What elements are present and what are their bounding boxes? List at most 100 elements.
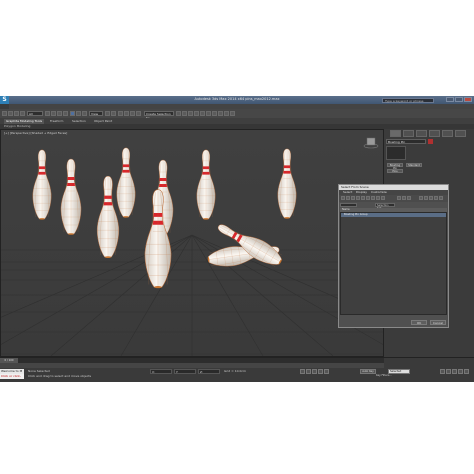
select-invert-icon[interactable] — [407, 196, 411, 200]
maximize-button[interactable] — [455, 97, 463, 102]
redo-icon[interactable] — [8, 111, 13, 116]
spinner-snap-icon[interactable] — [136, 111, 141, 116]
display-tab-icon[interactable] — [442, 130, 453, 137]
object-name-field[interactable]: Bowling Pin — [386, 139, 426, 144]
sort-icon[interactable] — [434, 196, 438, 200]
select-from-scene-dialog: Select From Scene Select Display Customi… — [338, 184, 449, 328]
display-children-icon[interactable] — [419, 196, 423, 200]
schematic-icon[interactable] — [206, 111, 211, 116]
maxscript-listener[interactable]: Welcome to M Click or click- — [0, 369, 24, 379]
unlink-icon[interactable] — [20, 111, 25, 116]
object-color-swatch[interactable] — [428, 139, 433, 144]
track-bar[interactable] — [0, 363, 384, 368]
pivot-icon[interactable] — [105, 111, 110, 116]
go-to-end-icon[interactable] — [324, 369, 329, 374]
cp-button-3[interactable]: Pins — [387, 169, 403, 173]
zoom-icon[interactable] — [440, 369, 445, 374]
listener-bottom[interactable]: Click or click- — [0, 374, 24, 379]
grid-size: Grid = 10.0cm — [224, 369, 246, 373]
filter-xrefs-icon[interactable] — [376, 196, 380, 200]
list-item[interactable]: Bowling Pin Group — [341, 213, 446, 217]
close-button[interactable] — [464, 97, 472, 102]
zoom-all-icon[interactable] — [446, 369, 451, 374]
window-crossing-icon[interactable] — [63, 111, 68, 116]
angle-snap-icon[interactable] — [124, 111, 129, 116]
filter-geometry-icon[interactable] — [341, 196, 345, 200]
dialog-search-input[interactable] — [340, 203, 357, 207]
auto-key-button[interactable]: Auto Key — [360, 369, 376, 374]
key-filters-button[interactable]: Key Filters... — [376, 374, 392, 377]
render-icon[interactable] — [230, 111, 235, 116]
manipulate-icon[interactable] — [111, 111, 116, 116]
hierarchy-tab-icon[interactable] — [416, 130, 427, 137]
scale-icon[interactable] — [82, 111, 87, 116]
motion-tab-icon[interactable] — [429, 130, 440, 137]
graphite-icon[interactable] — [194, 111, 199, 116]
title-bar: S Autodesk 3ds Max 2014 x64 pins_max2012… — [0, 96, 474, 104]
move-icon[interactable] — [70, 111, 75, 116]
pin-back-mid — [116, 147, 136, 219]
select-by-name-icon[interactable] — [51, 111, 56, 116]
perspective-viewport[interactable]: [+] [Perspective] [Shaded + Edged Faces] — [0, 129, 384, 357]
display-hierarchy-icon[interactable] — [424, 196, 428, 200]
utilities-tab-icon[interactable] — [455, 130, 466, 137]
selection-set-combo[interactable]: Create Selection Se — [144, 111, 174, 120]
display-influences-icon[interactable] — [429, 196, 433, 200]
selection-filter-combo[interactable]: All — [27, 111, 43, 116]
rect-select-icon[interactable] — [57, 111, 62, 116]
ok-button[interactable]: OK — [411, 320, 427, 325]
material-editor-icon[interactable] — [212, 111, 217, 116]
pan-icon[interactable] — [458, 369, 463, 374]
modify-tab-icon[interactable] — [403, 130, 414, 137]
next-frame-icon[interactable] — [318, 369, 323, 374]
cancel-button[interactable]: Cancel — [430, 320, 446, 325]
y-coord-field[interactable]: Y: — [174, 369, 196, 374]
search-input[interactable]: Type a keyword or phrase — [382, 97, 434, 103]
orbit-icon[interactable] — [464, 369, 469, 374]
play-icon[interactable] — [312, 369, 317, 374]
zoom-extents-icon[interactable] — [452, 369, 457, 374]
link-icon[interactable] — [14, 111, 19, 116]
filter-bones-icon[interactable] — [381, 196, 385, 200]
ground-grid — [1, 234, 383, 356]
status-bar: 0 / 100 Welcome to M Click or click- Non… — [0, 357, 474, 382]
render-frame-icon[interactable] — [224, 111, 229, 116]
select-all-icon[interactable] — [397, 196, 401, 200]
prev-frame-icon[interactable] — [306, 369, 311, 374]
x-coord-field[interactable]: X: — [150, 369, 172, 374]
selection-status: None Selected — [28, 369, 50, 373]
modifier-stack[interactable] — [386, 146, 406, 160]
select-icon[interactable] — [45, 111, 50, 116]
percent-snap-icon[interactable] — [130, 111, 135, 116]
filter-helpers-icon[interactable] — [361, 196, 365, 200]
filter-shapes-icon[interactable] — [346, 196, 350, 200]
z-coord-field[interactable]: Z: — [198, 369, 220, 374]
find-icon[interactable] — [439, 196, 443, 200]
key-selection-combo[interactable]: Selected — [388, 369, 410, 374]
selection-set-label[interactable]: Selection Set: — [375, 203, 395, 210]
minimize-button[interactable] — [446, 97, 454, 102]
snap-icon[interactable] — [118, 111, 123, 116]
filter-cameras-icon[interactable] — [356, 196, 360, 200]
select-none-icon[interactable] — [402, 196, 406, 200]
pin-far-right — [277, 148, 297, 220]
pin-row2-left — [60, 158, 82, 236]
create-tab-icon[interactable] — [390, 130, 401, 137]
pin-back-left — [32, 149, 52, 221]
reference-coord-combo[interactable]: View — [89, 111, 103, 116]
rotate-icon[interactable] — [76, 111, 81, 116]
scene-object-list[interactable]: Bowling Pin Group — [340, 212, 447, 315]
align-icon[interactable] — [182, 111, 187, 116]
layer-icon[interactable] — [188, 111, 193, 116]
filter-warps-icon[interactable] — [366, 196, 370, 200]
curve-editor-icon[interactable] — [200, 111, 205, 116]
filter-groups-icon[interactable] — [371, 196, 375, 200]
filter-lights-icon[interactable] — [351, 196, 355, 200]
cp-button-1[interactable]: Bowling Pin — [387, 163, 403, 170]
cp-button-2[interactable]: Standard — [406, 163, 422, 167]
render-setup-icon[interactable] — [218, 111, 223, 116]
prompt-line: Click and drag to select and move object… — [28, 374, 92, 378]
undo-icon[interactable] — [2, 111, 7, 116]
mirror-icon[interactable] — [176, 111, 181, 116]
go-to-start-icon[interactable] — [300, 369, 305, 374]
